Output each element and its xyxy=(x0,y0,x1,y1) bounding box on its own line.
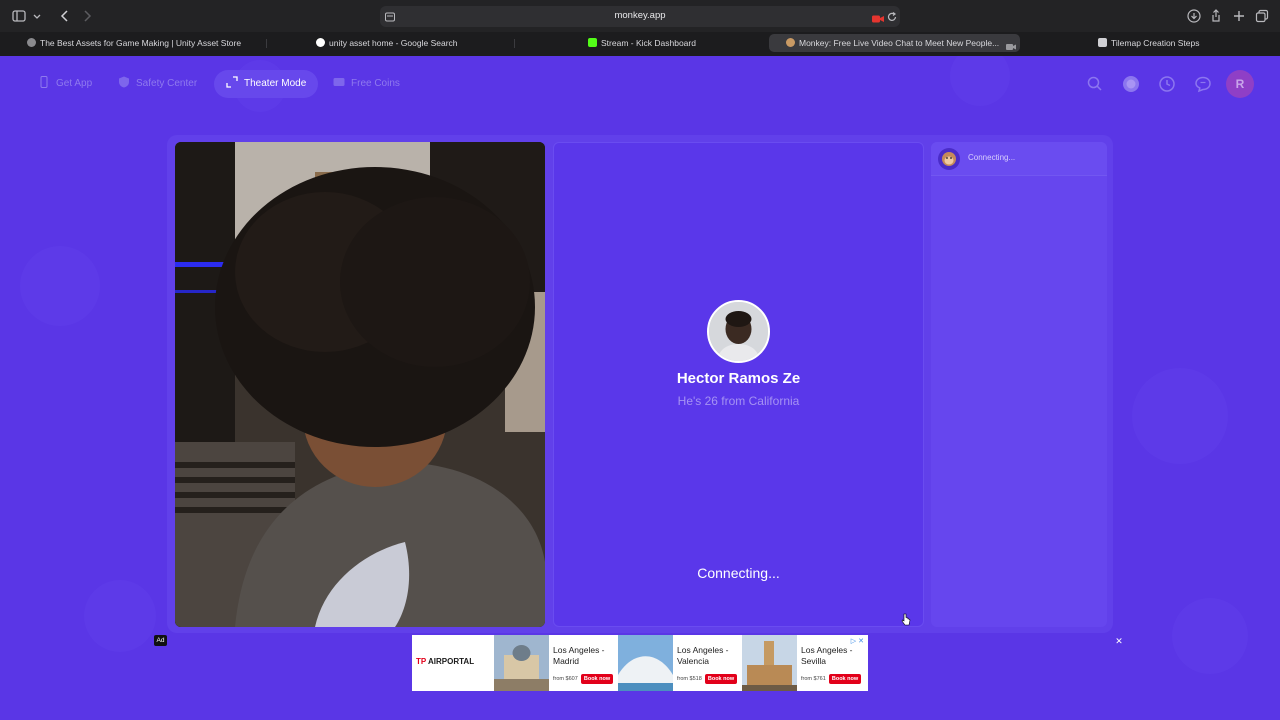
monkey-coin-icon[interactable] xyxy=(1122,75,1140,93)
tab-unity-asset-store[interactable]: The Best Assets for Game Making | Unity … xyxy=(24,34,264,52)
profile-avatar[interactable]: R xyxy=(1226,70,1254,98)
address-bar[interactable]: monkey.app xyxy=(380,6,900,27)
connection-status: Connecting... xyxy=(697,565,780,581)
ad-offer-valencia[interactable]: Los Angeles - Valencia from $518 Book no… xyxy=(618,635,741,691)
get-app-label: Get App xyxy=(56,78,93,89)
offer-title: Los Angeles - Madrid xyxy=(553,645,605,666)
peer-panel: Hector Ramos Ze He's 26 from California … xyxy=(553,142,924,627)
ad-brand-logo: TP AIRPORTAL xyxy=(416,657,474,666)
ad-banner[interactable]: TP AIRPORTAL Los Angeles - Madrid from $… xyxy=(412,635,868,691)
messages-icon[interactable] xyxy=(1194,75,1212,93)
search-icon[interactable] xyxy=(1086,75,1104,93)
monkey-favicon-icon xyxy=(786,38,795,47)
book-now-button[interactable]: Book now xyxy=(829,674,861,684)
book-now-button[interactable]: Book now xyxy=(705,674,737,684)
ad-close-button[interactable]: ✕ xyxy=(1114,636,1124,646)
offer-price: from $607 xyxy=(553,676,578,682)
chat-status-text: Connecting... xyxy=(968,153,1016,162)
peer-photo xyxy=(709,302,768,361)
safety-center-button[interactable]: Safety Center xyxy=(118,70,197,98)
webcam-image xyxy=(175,142,545,627)
forward-icon[interactable] xyxy=(79,8,95,24)
offer-title: Los Angeles - Valencia xyxy=(677,645,729,666)
tab-kick-dashboard[interactable]: Stream - Kick Dashboard xyxy=(585,34,765,52)
offer-price: from $518 xyxy=(677,676,702,682)
peer-subtitle: He's 26 from California xyxy=(677,394,800,408)
tab-overview-icon[interactable] xyxy=(1254,8,1270,24)
free-coins-button[interactable]: Free Coins xyxy=(333,70,400,98)
tab-title: Tilemap Creation Steps xyxy=(1111,38,1200,48)
kick-favicon-icon xyxy=(588,38,597,47)
monkey-page: Get App Safety Center Theater Mode Free … xyxy=(0,56,1280,720)
valencia-photo xyxy=(618,635,673,691)
free-coins-label: Free Coins xyxy=(351,78,400,89)
tab-tilemap-creation[interactable]: Tilemap Creation Steps xyxy=(1095,34,1255,52)
tab-google-search[interactable]: unity asset home - Google Search xyxy=(313,34,513,52)
reload-icon[interactable] xyxy=(886,10,898,28)
back-icon[interactable] xyxy=(57,8,73,24)
peer-name: Hector Ramos Ze xyxy=(676,370,801,387)
tab-title: Monkey: Free Live Video Chat to Meet New… xyxy=(799,38,1000,48)
brand-prefix: TP xyxy=(416,657,427,666)
brand-name: AIRPORTAL xyxy=(428,657,475,666)
tab-title: Stream - Kick Dashboard xyxy=(601,38,696,48)
mouse-cursor-icon xyxy=(901,613,911,626)
camera-in-use-icon xyxy=(1006,39,1016,52)
ad-offer-madrid[interactable]: Los Angeles - Madrid from $607 Book now xyxy=(494,635,617,691)
phone-icon xyxy=(38,72,50,88)
shield-icon xyxy=(118,72,130,88)
tab-title: The Best Assets for Game Making | Unity … xyxy=(40,38,242,48)
tab-bar: The Best Assets for Game Making | Unity … xyxy=(0,32,1280,54)
chat-panel: Connecting... xyxy=(931,142,1107,627)
madrid-photo xyxy=(494,635,549,691)
theater-mode-button[interactable]: Theater Mode xyxy=(214,70,319,98)
downloads-icon[interactable] xyxy=(1186,8,1202,24)
chatgpt-favicon-icon xyxy=(1098,38,1107,47)
book-now-button[interactable]: Book now xyxy=(581,674,613,684)
local-video-feed xyxy=(175,142,545,627)
new-tab-icon[interactable] xyxy=(1231,8,1247,24)
offer-price: from $761 xyxy=(801,676,826,682)
unity-favicon-icon xyxy=(27,38,36,47)
url-text: monkey.app xyxy=(614,10,666,21)
history-icon[interactable] xyxy=(1158,75,1176,93)
chat-status-row: Connecting... xyxy=(931,142,1107,176)
ad-badge: Ad xyxy=(154,635,167,646)
chevron-down-icon[interactable] xyxy=(31,8,47,24)
get-app-button[interactable]: Get App xyxy=(38,70,92,98)
coins-icon xyxy=(333,72,345,86)
monkey-icon xyxy=(938,148,960,170)
sevilla-photo xyxy=(742,635,797,691)
safety-center-label: Safety Center xyxy=(136,78,198,89)
camera-recording-icon[interactable] xyxy=(872,11,884,29)
theater-mode-label: Theater Mode xyxy=(244,78,307,89)
tab-monkey[interactable]: Monkey: Free Live Video Chat to Meet New… xyxy=(769,34,1020,52)
google-favicon-icon xyxy=(316,38,325,47)
ad-choices-icon[interactable]: ▷ ✕ xyxy=(851,637,864,645)
sidebar-toggle-icon[interactable] xyxy=(11,8,27,24)
ad-offer-sevilla[interactable]: Los Angeles - Sevilla from $761 Book now xyxy=(742,635,865,691)
share-icon[interactable] xyxy=(1208,8,1224,24)
tab-title: unity asset home - Google Search xyxy=(329,38,458,48)
expand-icon xyxy=(226,72,238,88)
peer-avatar xyxy=(707,300,770,363)
browser-toolbar: monkey.app xyxy=(0,0,1280,32)
offer-title: Los Angeles - Sevilla xyxy=(801,645,853,666)
